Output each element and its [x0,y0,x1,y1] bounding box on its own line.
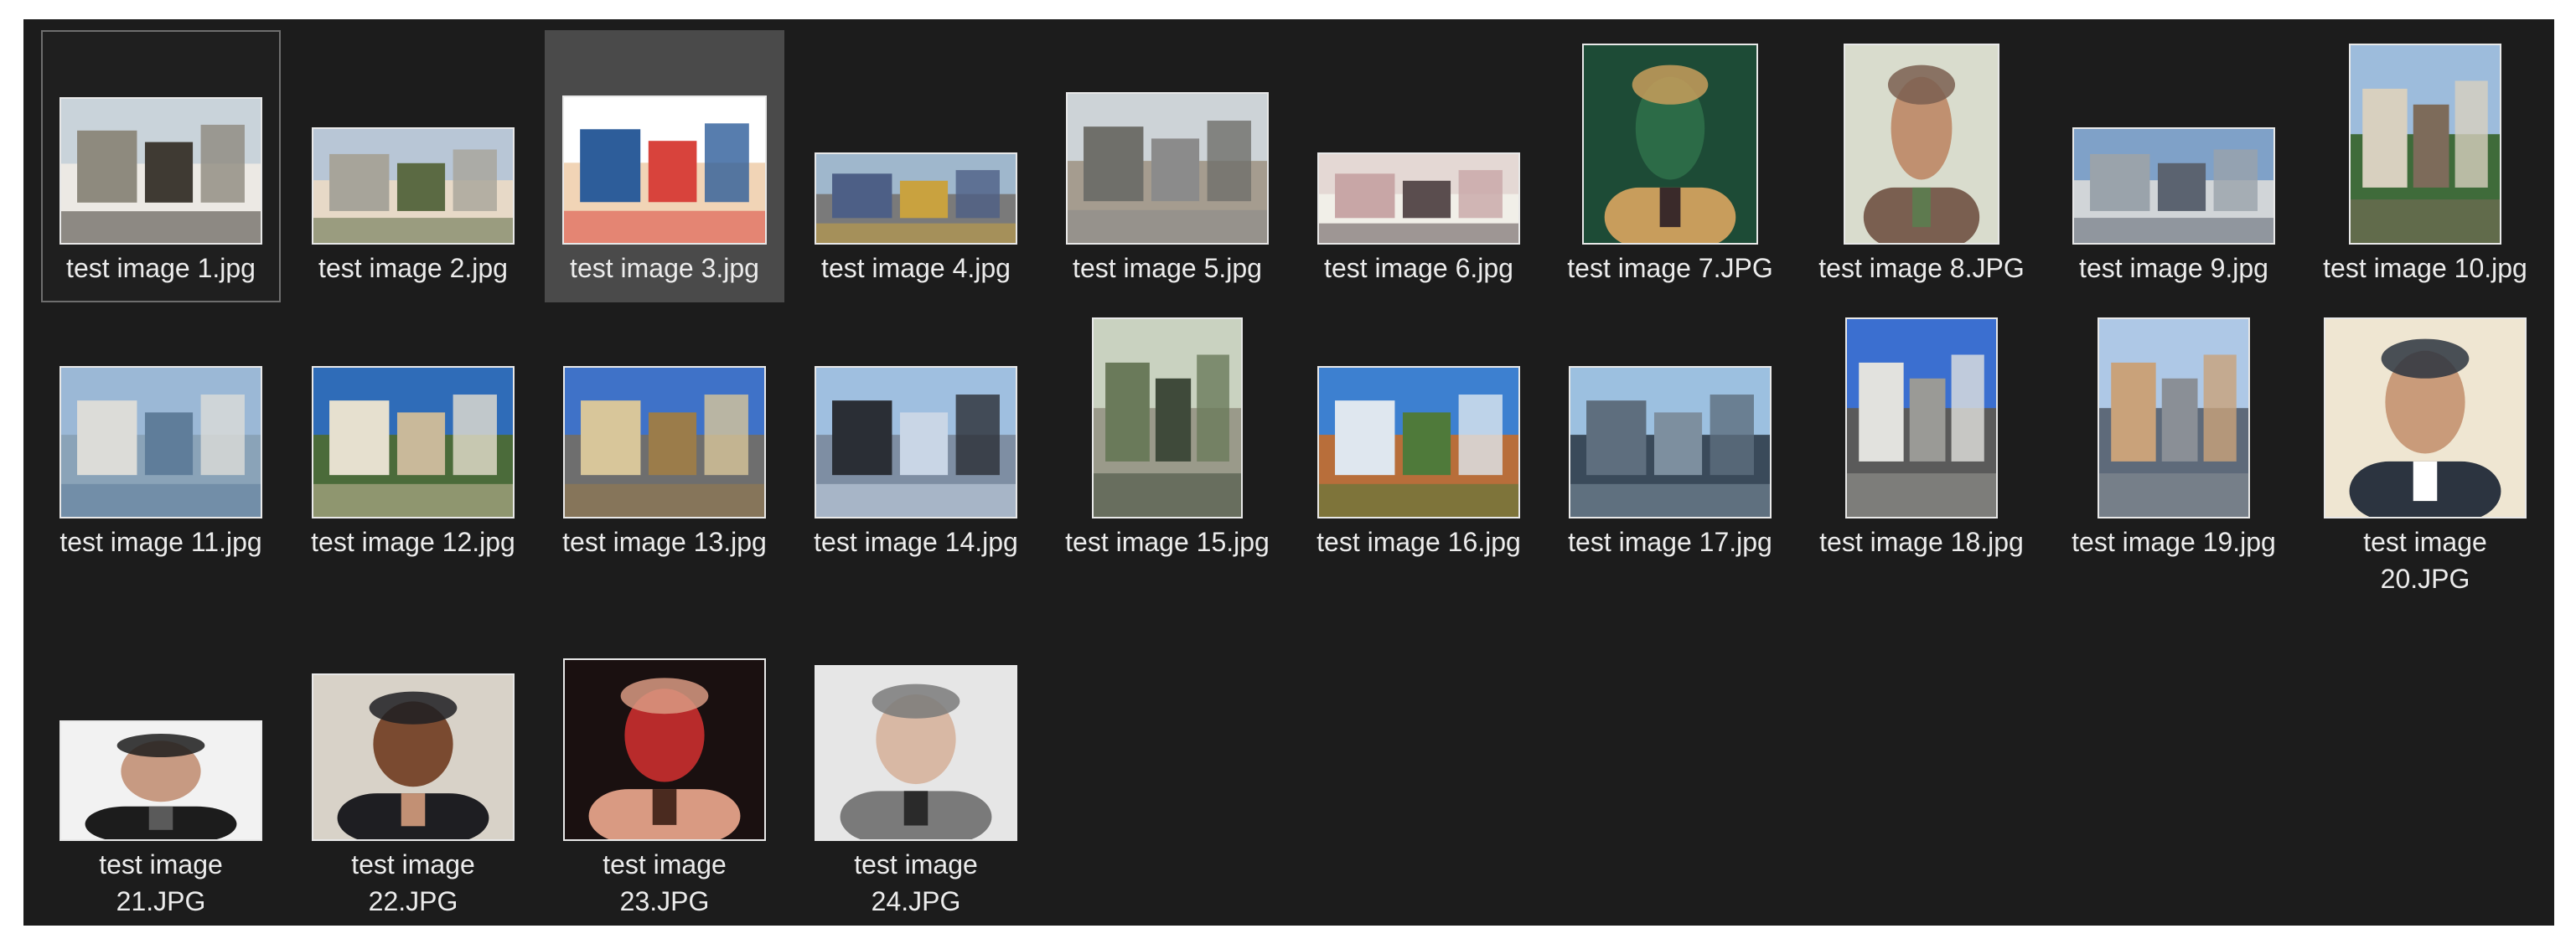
file-item[interactable]: test image 24.JPG [796,606,1036,916]
file-item[interactable]: test image 2.jpg [293,30,533,302]
thumbnail-container [43,306,279,532]
file-item[interactable]: test image 5.jpg [1047,30,1287,302]
harbor-dome-photo-icon [59,366,262,518]
woman-interior-photo-icon [1582,44,1758,245]
file-item[interactable]: test image 10.jpg [2305,30,2545,302]
file-name-label: test image 17.jpg [1568,527,1772,557]
file-name-label: test image 1.jpg [66,253,256,283]
street-building-photo-icon [815,152,1017,245]
file-name-label: test image 11.jpg [59,527,262,557]
file-name-label: test image 16.jpg [1316,527,1521,557]
thumbnail-container [798,32,1034,258]
file-item[interactable]: test image 18.jpg [1802,304,2041,589]
church-tower-photo-icon [2349,44,2501,245]
file-item[interactable]: test image 9.jpg [2054,30,2294,302]
file-name-label: test image 18.jpg [1819,527,2024,557]
file-item[interactable]: test image 15.jpg [1047,304,1287,589]
file-name-label: test image 10.jpg [2323,253,2527,283]
file-name-label: test image 8.JPG [1818,253,2025,283]
file-item[interactable]: test image 21.JPG [41,606,281,916]
file-item[interactable]: test image 19.jpg [2054,304,2294,589]
file-name-label: test image 3.jpg [570,253,759,283]
colorful-street-photo-icon [2098,317,2250,518]
file-name-label: test image 19.jpg [2072,527,2276,557]
opera-house-water-photo-icon [815,366,1017,518]
thumbnail-container [1803,32,2040,258]
thumbnail-container [43,32,279,258]
file-name-label: test image 21.JPG [99,849,223,916]
file-item[interactable]: test image 12.jpg [293,304,533,589]
thumbnail-container [295,306,531,532]
file-name-label: test image 4.jpg [821,253,1011,283]
file-item[interactable]: test image 4.jpg [796,30,1036,302]
file-name-label: test image 15.jpg [1065,527,1270,557]
file-name-label: test image 5.jpg [1073,253,1262,283]
thumbnail-container [2307,306,2543,532]
river-skyline-photo-icon [1569,366,1772,518]
palace-photo-icon [312,366,515,518]
file-item[interactable]: test image 22.JPG [293,606,533,916]
file-item[interactable]: test image 6.jpg [1299,30,1539,302]
file-item[interactable]: test image 7.JPG [1550,30,1790,302]
thumbnail-container [798,306,1034,532]
street-trees-photo-icon [1092,317,1243,518]
older-man-glasses-portrait-photo-icon [815,665,1017,841]
thumbnail-container [1803,306,2040,532]
thumbnail-container [546,306,783,532]
man-suit-portrait-photo-icon [2324,317,2527,518]
file-item[interactable]: test image 23.JPG [545,606,784,916]
thumbnail-container [295,607,531,854]
file-name-label: test image 14.jpg [814,527,1018,557]
file-name-label: test image 6.jpg [1324,253,1513,283]
people-screenshot-photo-icon [562,95,767,245]
file-name-label: test image 22.JPG [351,849,475,916]
file-grid: test image 1.jpg test image 2.jpg test i… [23,19,2554,926]
file-name-label: test image 20.JPG [2363,527,2487,594]
file-item[interactable]: test image 1.jpg [41,30,281,302]
file-name-label: test image 2.jpg [318,253,508,283]
file-item[interactable]: test image 17.jpg [1550,304,1790,589]
mansion-photo-icon [563,366,766,518]
storefront-photo-icon [1317,152,1520,245]
thumbnail-container [43,607,279,854]
thumbnail-container [546,32,783,258]
thumbnail-container [1301,306,1537,532]
city-skyline-photo-icon [312,127,515,245]
thumbnail-container [2056,32,2292,258]
thumbnail-container [2307,32,2543,258]
thumbnail-container [295,32,531,258]
file-item[interactable]: test image 11.jpg [41,304,281,589]
file-name-label: test image 9.jpg [2079,253,2268,283]
file-name-label: test image 13.jpg [562,527,767,557]
file-item[interactable]: test image 3.jpg [545,30,784,302]
thumbnail-container [798,607,1034,854]
thumbnail-container [1552,32,1788,258]
house-photo-icon [59,97,262,245]
file-name-label: test image 12.jpg [311,527,515,557]
city-aerial-photo-icon [2072,127,2275,245]
thumbnail-container [1049,306,1285,532]
file-item[interactable]: test image 20.JPG [2305,304,2545,594]
file-name-label: test image 24.JPG [854,849,978,916]
man-glasses-portrait-photo-icon [59,720,262,841]
file-item[interactable]: test image 14.jpg [796,304,1036,589]
file-item[interactable]: test image 13.jpg [545,304,784,589]
thumbnail-container [2056,306,2292,532]
thumbnail-container [1552,306,1788,532]
woman-smiling-portrait-photo-icon [563,658,766,841]
young-man-curly-portrait-photo-icon [312,673,515,841]
thumbnail-container [1301,32,1537,258]
canal-street-photo-icon [1066,92,1269,245]
man-portrait-photo-icon [1844,44,1999,245]
thumbnail-container [1049,32,1285,258]
thumbnail-container [546,607,783,854]
riverside-town-photo-icon [1317,366,1520,518]
file-name-label: test image 23.JPG [603,849,727,916]
ornate-building-photo-icon [1845,317,1998,518]
file-item[interactable]: test image 8.JPG [1802,30,2041,302]
file-item[interactable]: test image 16.jpg [1299,304,1539,589]
file-name-label: test image 7.JPG [1567,253,1773,283]
